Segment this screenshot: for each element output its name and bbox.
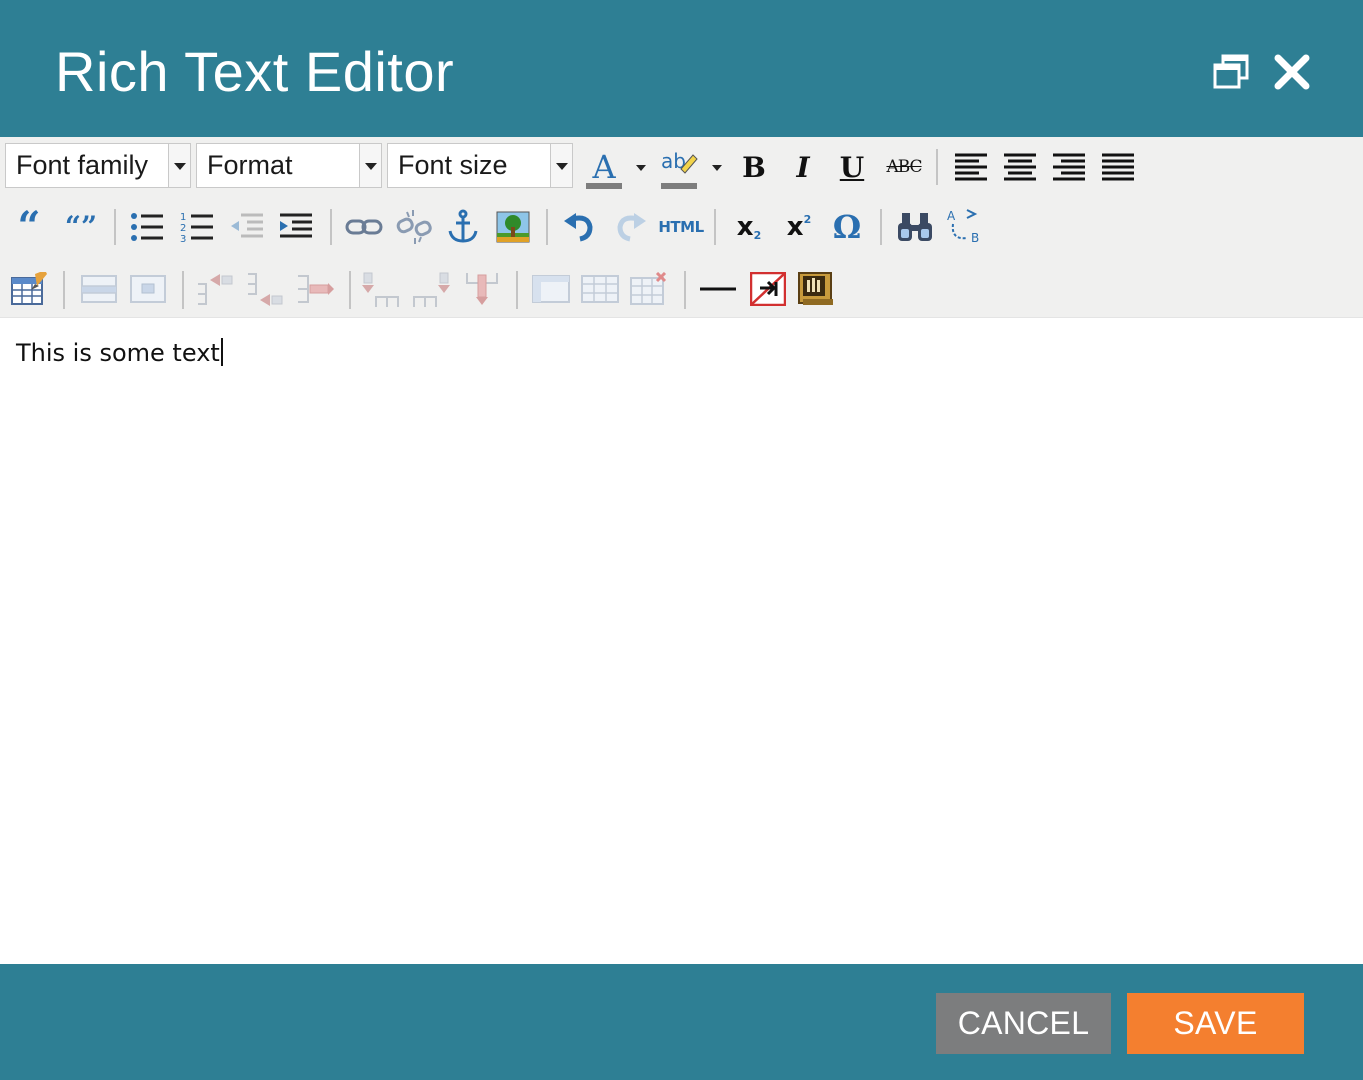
insert-row-after-icon[interactable] [246,269,284,309]
superscript-glyph: x [786,212,804,242]
delete-row-icon[interactable] [296,269,334,309]
save-button[interactable]: SAVE [1127,993,1304,1054]
editor-content-area[interactable]: This is some text [0,319,1363,964]
html-glyph: HTML [658,218,704,236]
split-cells-icon[interactable] [532,269,570,309]
svg-text:1: 1 [180,212,186,223]
cell-properties-icon[interactable] [129,269,167,309]
toolbar-separator [880,209,882,245]
toolbar-separator [330,209,332,245]
toolbar-separator [714,209,716,245]
font-family-select[interactable]: Font family [5,143,191,188]
bullet-list-icon[interactable] [128,207,166,247]
replace-icon[interactable]: AB [945,207,983,247]
restore-icon[interactable] [1212,52,1252,92]
highlight-dropdown-icon[interactable] [712,165,722,171]
dialog-header: Rich Text Editor [0,0,1363,137]
align-left-icon[interactable] [952,147,990,187]
toolbar-separator [114,209,116,245]
subscript-mark: 2 [753,228,762,242]
superscript-mark: 2 [803,212,812,226]
outdent-icon[interactable] [228,207,266,247]
blockquote-icon[interactable]: “ [10,207,48,247]
chevron-down-icon[interactable] [359,144,381,187]
font-size-select[interactable]: Font size [387,143,573,188]
highlight-swatch [661,183,697,189]
cite-icon[interactable]: “” [58,207,104,247]
text-color-glyph: A [592,148,616,186]
cancel-button[interactable]: CANCEL [936,993,1111,1054]
align-right-icon[interactable] [1050,147,1088,187]
subscript-glyph: x [736,212,754,242]
toolbar-row-2: “ “” 123 HTML x 2 x 2 Ω A B [0,199,1363,257]
format-value: Format [207,150,293,180]
toolbar-separator [546,209,548,245]
svg-text:2: 2 [180,223,186,234]
underline-icon[interactable]: U [833,147,871,187]
redo-icon[interactable] [612,207,650,247]
delete-table-icon[interactable] [630,269,668,309]
bold-glyph: B [742,150,766,184]
subscript-icon[interactable]: x2 [730,207,768,247]
row-properties-icon[interactable] [80,269,118,309]
omega-glyph: Ω [832,208,862,246]
toolbar-separator [516,271,518,309]
undo-icon[interactable] [560,207,598,247]
toolbar-row-1: Font family Format Font size A ab B I U … [0,137,1363,195]
template-icon[interactable] [797,269,835,309]
font-family-value: Font family [16,150,149,180]
insert-column-before-icon[interactable] [362,269,400,309]
svg-text:A: A [947,209,956,223]
image-icon[interactable] [494,207,532,247]
svg-text:B: B [971,231,979,245]
align-center-icon[interactable] [1001,147,1039,187]
underline-glyph: U [839,150,865,184]
toolbar-separator [684,271,686,309]
toolbar-separator [936,149,938,185]
toolbar-separator [63,271,65,309]
text-color-dropdown-icon[interactable] [636,165,646,171]
insert-table-icon[interactable] [10,269,48,309]
anchor-icon[interactable] [444,207,482,247]
align-justify-icon[interactable] [1099,147,1137,187]
text-color-icon[interactable]: A [584,147,624,189]
editor-toolbar: Font family Format Font size A ab B I U … [0,137,1363,318]
color-swatch [586,183,622,189]
italic-glyph: I [796,150,810,184]
indent-icon[interactable] [277,207,315,247]
insert-row-before-icon[interactable] [196,269,234,309]
delete-column-icon[interactable] [463,269,501,309]
editor-text[interactable]: This is some text [16,337,223,369]
horizontal-rule-icon[interactable] [699,269,737,309]
dialog-title: Rich Text Editor [55,40,455,103]
strikethrough-icon[interactable]: ABC [882,147,926,187]
highlight-color-icon[interactable]: ab [659,147,699,189]
unlink-icon[interactable] [395,207,433,247]
html-source-icon[interactable]: HTML [656,207,706,247]
special-character-icon[interactable]: Ω [828,207,866,247]
svg-text:3: 3 [180,234,186,243]
chevron-down-icon[interactable] [550,144,572,187]
link-icon[interactable] [345,207,383,247]
editor-paragraph: This is some text [16,339,220,367]
close-icon[interactable] [1272,52,1312,92]
insert-column-after-icon[interactable] [412,269,450,309]
font-size-value: Font size [398,150,508,180]
numbered-list-icon[interactable]: 123 [178,207,216,247]
text-caret [220,338,223,366]
italic-icon[interactable]: I [784,147,822,187]
strike-glyph: ABC [886,157,922,177]
bold-icon[interactable]: B [735,147,773,187]
toolbar-separator [349,271,351,309]
toolbar-row-3 [0,261,1363,319]
chevron-down-icon[interactable] [168,144,190,187]
dialog-footer: CANCEL SAVE [0,964,1363,1080]
format-select[interactable]: Format [196,143,382,188]
superscript-icon[interactable]: x2 [780,207,818,247]
merge-cells-icon[interactable] [581,269,619,309]
toolbar-separator [182,271,184,309]
find-icon[interactable] [896,207,934,247]
remove-format-icon[interactable] [749,269,787,309]
